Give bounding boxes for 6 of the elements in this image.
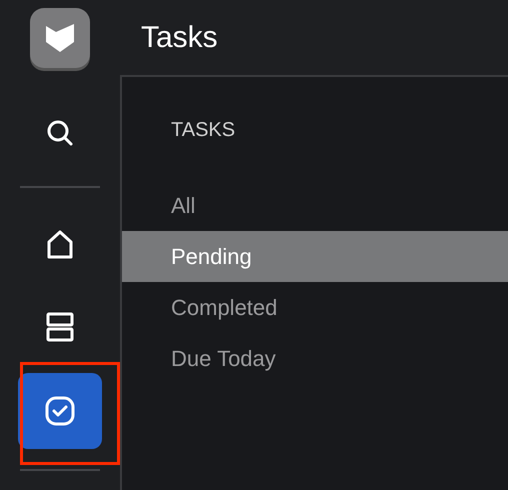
filter-item[interactable]: Pending bbox=[122, 231, 508, 282]
page-title: Tasks bbox=[141, 20, 218, 54]
section-heading: TASKS bbox=[170, 118, 236, 143]
filter-item[interactable]: All bbox=[122, 180, 508, 231]
filter-item[interactable]: Due Today bbox=[122, 333, 508, 384]
filter-item[interactable]: Completed bbox=[122, 282, 508, 333]
